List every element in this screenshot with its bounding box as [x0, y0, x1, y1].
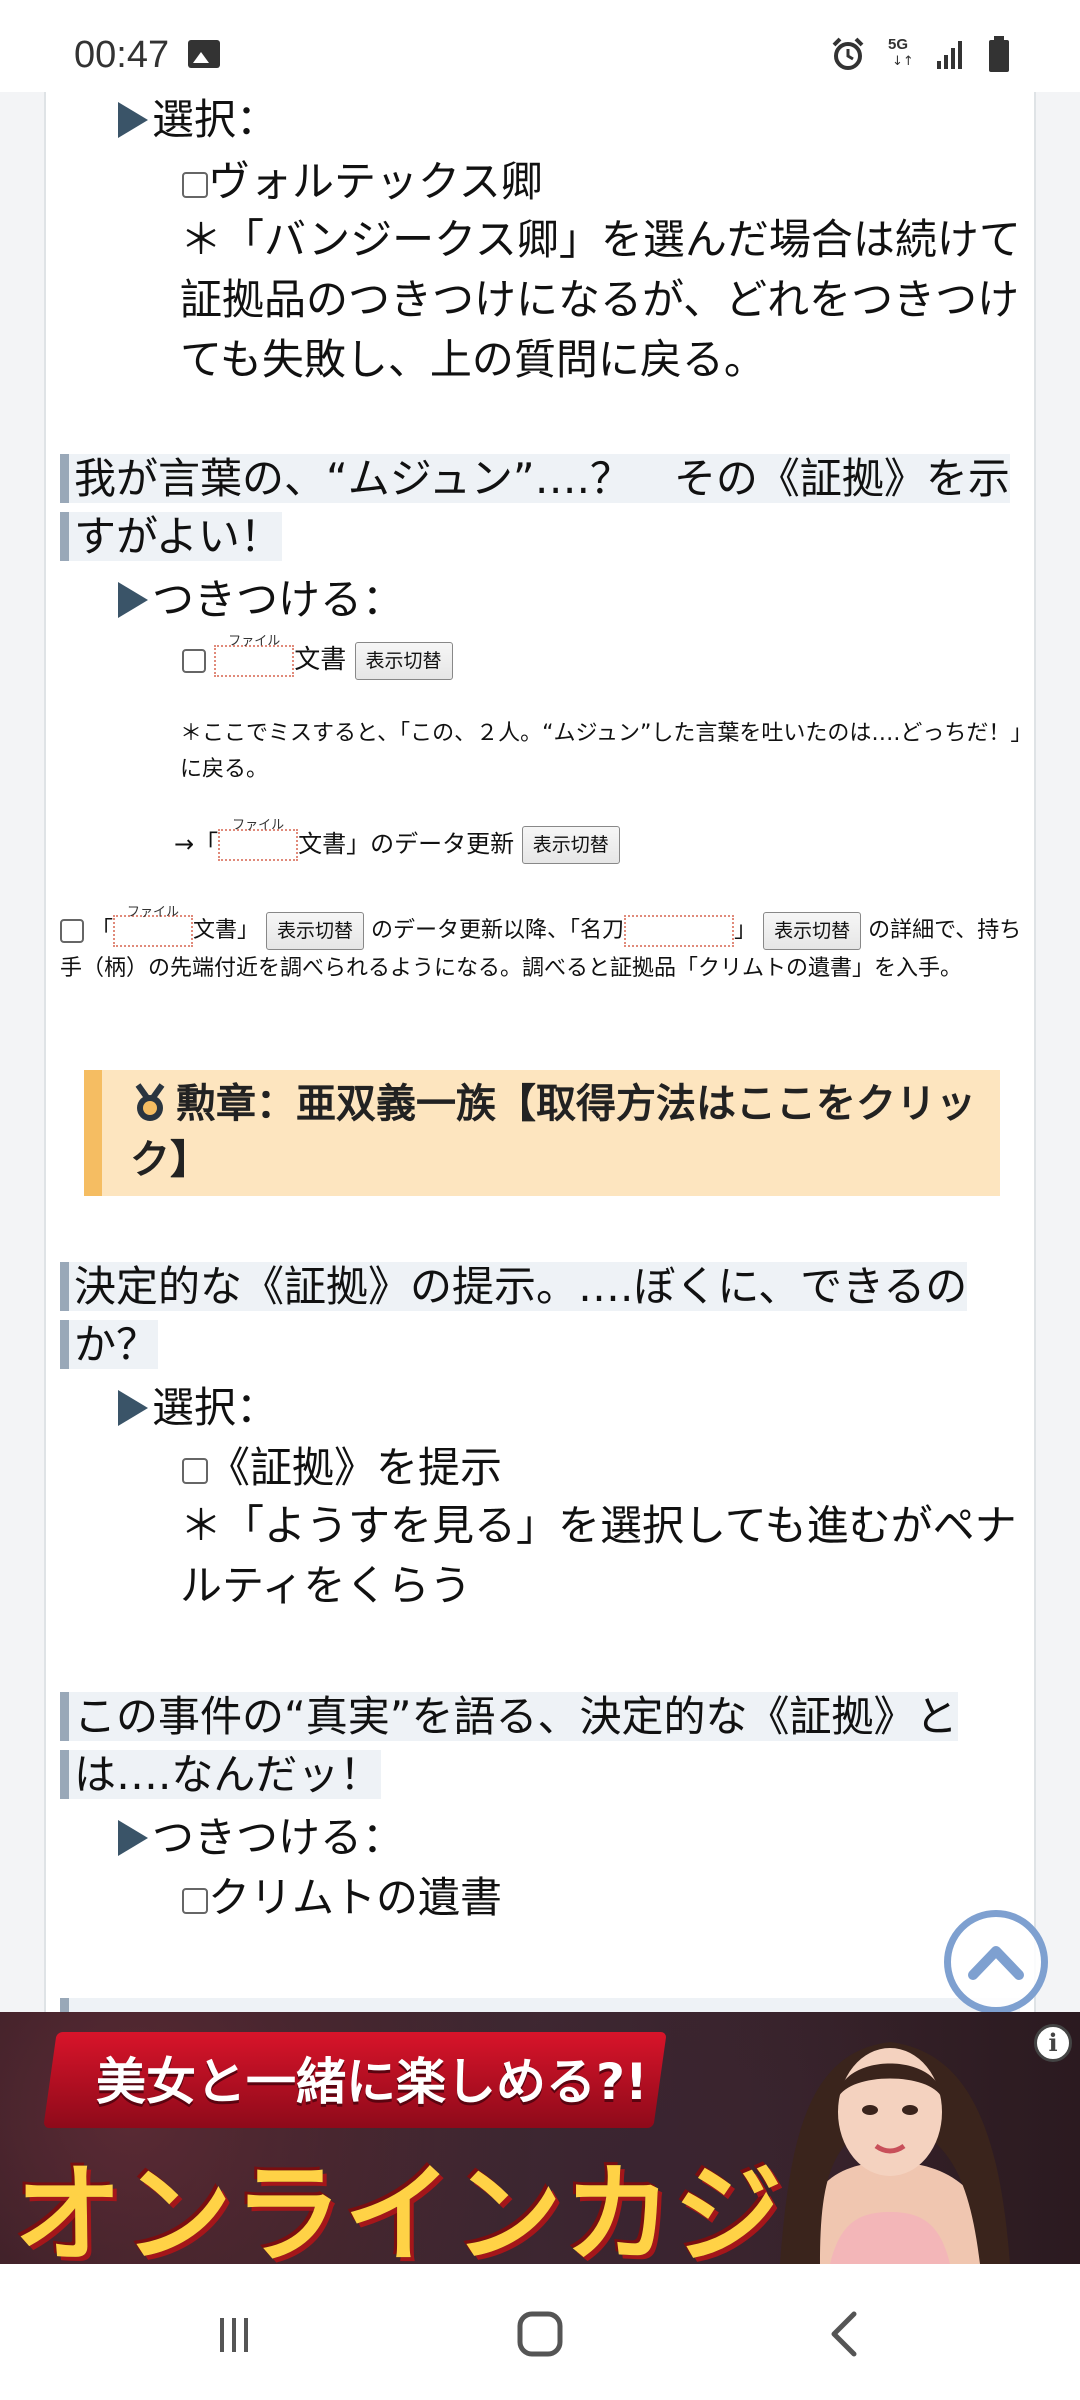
checkbox[interactable] [182, 171, 208, 198]
ad-banner[interactable]: 美女と一緒に楽しめる?! オンラインカジノ i [0, 2012, 1080, 2264]
hidden-evidence[interactable]: ファイル [214, 634, 295, 682]
choice-row[interactable]: クリムトの遺書 [182, 1868, 502, 1928]
select-label: 選択： [152, 1383, 279, 1432]
bracket-open: 「 [91, 918, 114, 943]
ruby-text: ファイル [232, 818, 285, 833]
toggle-display-button[interactable]: 表示切替 [521, 826, 620, 864]
present-label: つきつける： [152, 1813, 405, 1862]
webpage-viewport[interactable]: 選択： ヴォルテックス卿 ＊「バンジークス卿」を選んだ場合は続けて証拠品のつきつ… [0, 92, 1080, 2012]
select-prompt: 選択： [118, 1378, 278, 1438]
hidden-evidence[interactable]: ファイル [113, 905, 194, 950]
home-icon[interactable] [500, 2304, 580, 2364]
update-prefix: →「 [174, 830, 219, 858]
network-label: 5G [888, 36, 909, 53]
image-icon [188, 40, 220, 68]
recent-apps-icon[interactable] [194, 2304, 274, 2364]
ad-tagline: 美女と一緒に楽しめる?! [96, 2053, 648, 2111]
signal-icon [937, 41, 962, 69]
evidence-row: ファイル 文書 表示切替 [182, 634, 453, 682]
heading-text: 決定的な《証拠》の提示。….ぼくに、できるのか？ [60, 1262, 968, 1369]
paragraph-text: のデータ更新以降、「名刀 [371, 918, 625, 943]
medal-link-text[interactable]: 勲章：亜双義一族【取得方法はここをクリック】 [130, 1081, 976, 1183]
paragraph-text: 」 [734, 918, 757, 943]
unlock-paragraph: 「ファイル 文書」 表示切替 のデータ更新以降、「名刀」 表示切替 の詳細で、持ち… [60, 905, 1028, 988]
paragraph-text: 文書」 [193, 918, 260, 943]
hidden-evidence[interactable]: ファイル [218, 818, 299, 866]
toggle-display-button[interactable]: 表示切替 [354, 641, 453, 680]
ruby-text: ファイル [228, 634, 281, 649]
section-heading: この事件の“真実”を語る、決定的な《証拠》とは….なんだッ！ [60, 1688, 1020, 1804]
present-prompt: つきつける： [118, 1808, 404, 1868]
ad-info-button[interactable]: i [1034, 2024, 1072, 2062]
choice-note: ＊「ようすを見る」を選択しても進むがペナルティをくらう [180, 1501, 1017, 1610]
chevron-up-icon [968, 1946, 1024, 1980]
select-label: 選択： [152, 95, 279, 144]
hidden-text-box[interactable] [624, 915, 735, 947]
choice-row[interactable]: 《証拠》を提示 [182, 1438, 502, 1498]
data-arrows-icon: ↓↑ [892, 54, 914, 69]
triangle-arrow-icon [118, 1820, 148, 1856]
triangle-arrow-icon [118, 582, 148, 618]
evidence-suffix: 文書 [294, 645, 347, 675]
article-content: 選択： ヴォルテックス卿 ＊「バンジークス卿」を選んだ場合は続けて証拠品のつきつ… [44, 92, 1036, 2012]
update-text: 文書」のデータ更新 [298, 830, 515, 858]
toggle-display-button[interactable]: 表示切替 [266, 912, 365, 950]
triangle-arrow-icon [118, 102, 148, 138]
section-heading: 我が言葉の、“ムジュン”….？ その《証拠》を示すがよい！ [60, 450, 1020, 566]
toggle-display-button[interactable]: 表示切替 [763, 912, 862, 950]
checkbox[interactable] [182, 1457, 208, 1484]
medal-icon [135, 1083, 165, 1121]
ruby-text: ファイル [127, 905, 180, 920]
present-label: つきつける： [152, 575, 405, 624]
checkbox[interactable] [60, 919, 84, 943]
5g-icon: 5G ↓↑ [888, 36, 914, 72]
ad-model-image [780, 2042, 1010, 2264]
status-icons: 5G ↓↑ [830, 34, 1010, 74]
medal-link[interactable]: 勲章：亜双義一族【取得方法はここをクリック】 [130, 1076, 990, 1188]
choice-label: 《証拠》を提示 [208, 1443, 503, 1492]
section-heading: 決定的な《証拠》の提示。….ぼくに、できるのか？ [60, 1258, 1020, 1374]
alarm-icon [832, 37, 864, 70]
choice-label: ヴォルテックス卿 [208, 157, 543, 206]
scroll-to-top-button[interactable] [944, 1910, 1048, 2012]
status-time: 00:47 [74, 34, 170, 76]
choice-note: ＊「バンジークス卿」を選んだ場合は続けて証拠品のつきつけになるが、どれをつきつけ… [180, 215, 1021, 384]
next-heading-partial [60, 1998, 1020, 2012]
checkbox[interactable] [182, 1887, 208, 1914]
mistake-note: ＊ここでミスすると、「この、２人。“ムジュン”した言葉を吐いたのは….どっちだ！… [180, 721, 1022, 782]
data-update-row: →「 ファイル 文書」のデータ更新 表示切替 [174, 818, 620, 866]
medal-link-box[interactable]: 勲章：亜双義一族【取得方法はここをクリック】 [84, 1070, 1000, 1196]
checkbox[interactable] [182, 648, 206, 673]
triangle-arrow-icon [118, 1390, 148, 1426]
back-icon[interactable] [806, 2304, 886, 2364]
choice-row[interactable]: ヴォルテックス卿 [182, 152, 543, 212]
status-bar: 00:47 5G ↓↑ [0, 0, 1080, 92]
heading-text: 我が言葉の、“ムジュン”….？ その《証拠》を示すがよい！ [60, 454, 1010, 561]
heading-text: この事件の“真実”を語る、決定的な《証拠》とは….なんだッ！ [60, 1692, 958, 1799]
battery-icon [989, 36, 1009, 72]
navigation-bar [0, 2264, 1080, 2400]
select-prompt: 選択： [118, 92, 278, 150]
choice-label: クリムトの遺書 [208, 1873, 503, 1922]
